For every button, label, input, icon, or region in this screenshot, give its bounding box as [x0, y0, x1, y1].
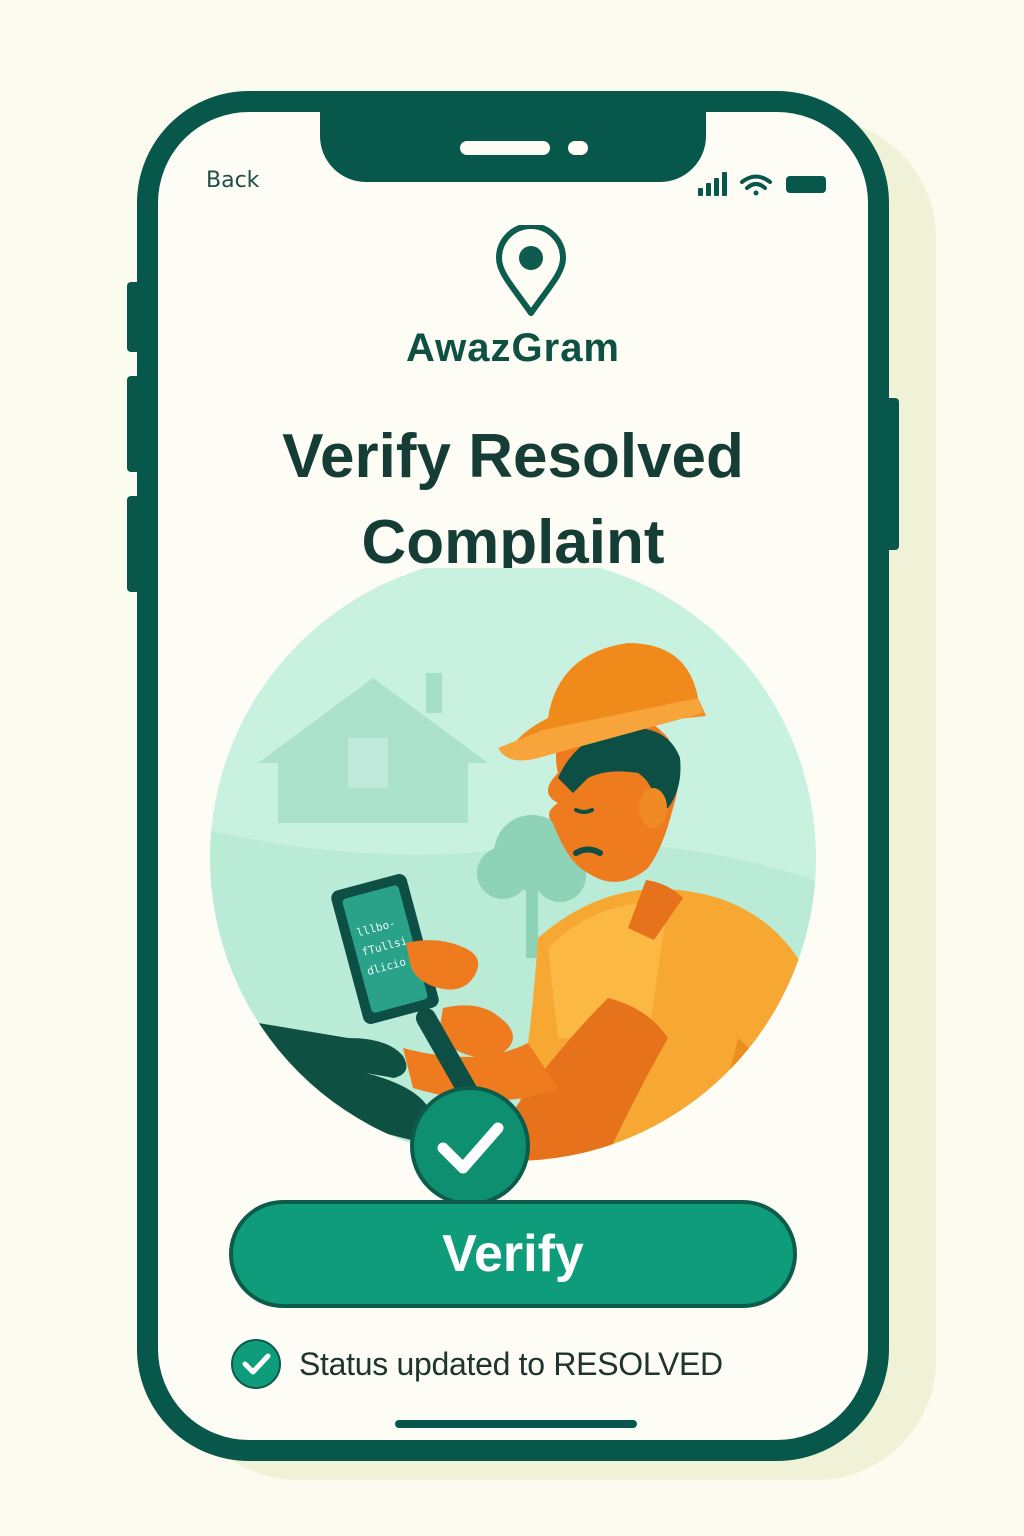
wifi-icon [740, 174, 772, 196]
battery-icon [786, 176, 826, 193]
status-bar-icons [698, 170, 838, 204]
worker-illustration: lllbo- fTullsi dlicio [198, 555, 828, 1212]
house-window [348, 738, 388, 788]
speaker [460, 141, 550, 155]
verify-button[interactable]: Verify [229, 1200, 797, 1308]
home-indicator[interactable] [395, 1420, 637, 1428]
back-button[interactable]: Back [206, 168, 259, 193]
page-title-line1: Verify Resolved [282, 422, 744, 491]
notch [320, 112, 706, 182]
check-circle-icon [410, 1086, 530, 1206]
page-title-line2: Complaint [361, 508, 665, 577]
page-title: Verify Resolved Complaint [158, 414, 868, 586]
status-message: Status updated to RESOLVED [231, 1338, 723, 1390]
check-circle-icon [231, 1339, 281, 1389]
app-name: AwazGram [405, 326, 620, 370]
status-text: Status updated to RESOLVED [299, 1345, 723, 1382]
camera [568, 141, 588, 155]
location-pin-icon [493, 223, 569, 323]
signal-icon [698, 172, 727, 196]
phone-frame: Back AwazGram Verify Resolved Complaint [137, 91, 889, 1461]
